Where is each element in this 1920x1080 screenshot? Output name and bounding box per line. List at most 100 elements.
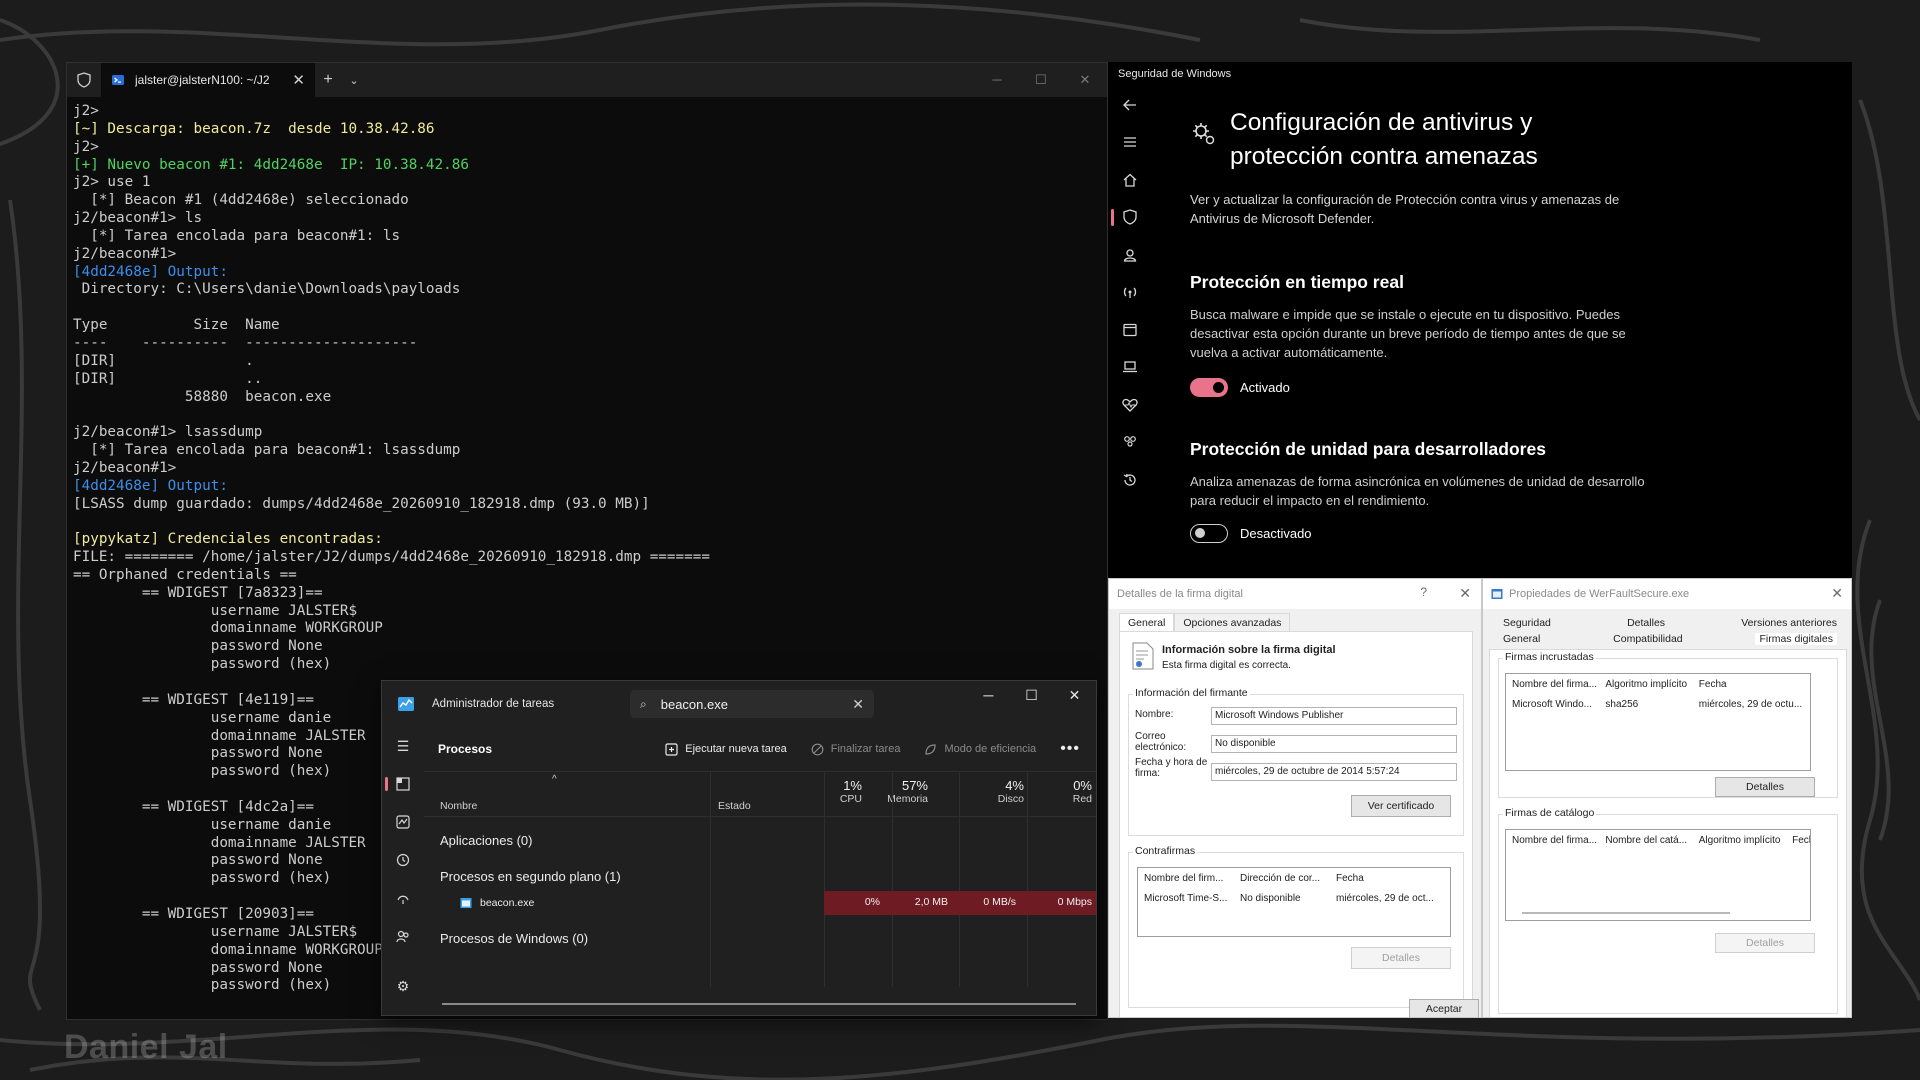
- task-manager-sidebar: ☰ ⚙: [382, 727, 424, 1015]
- search-input[interactable]: [660, 696, 853, 712]
- windows-security-title: Seguridad de Windows: [1118, 68, 1232, 80]
- windows-security-window[interactable]: Seguridad de Windows Configuración de an…: [1108, 62, 1852, 580]
- close-button[interactable]: ✕: [1053, 681, 1096, 709]
- new-tab-button[interactable]: +: [315, 71, 341, 89]
- settings-gear-icon[interactable]: ⚙: [382, 967, 424, 1005]
- tab-general[interactable]: General: [1119, 613, 1175, 632]
- dev-drive-protection-desc: Analiza amenazas de forma asincrónica en…: [1190, 474, 1645, 508]
- family-options-icon[interactable]: [1108, 424, 1152, 462]
- maximize-button[interactable]: ☐: [1010, 681, 1053, 709]
- tab-advanced-options[interactable]: Opciones avanzadas: [1174, 613, 1291, 632]
- app-window-icon: [1491, 589, 1503, 599]
- more-options-icon[interactable]: •••: [1060, 740, 1080, 758]
- shield-icon[interactable]: [1108, 199, 1152, 237]
- processes-icon[interactable]: [382, 765, 424, 803]
- maximize-button[interactable]: ☐: [1019, 72, 1063, 88]
- list-header: Nombre del firma... Algoritmo implícito …: [1512, 678, 1727, 690]
- realtime-protection-toggle[interactable]: [1190, 378, 1228, 397]
- terminal-line: j2>: [73, 138, 99, 155]
- group-windows[interactable]: Procesos de Windows (0): [440, 931, 588, 946]
- virus-settings-icon: [1193, 123, 1215, 145]
- terminal-tab[interactable]: jalster@jalsterN100: ~/J2 ✕: [101, 63, 315, 97]
- close-icon[interactable]: ✕: [292, 71, 305, 89]
- terminal-icon: [112, 75, 124, 85]
- col-status[interactable]: Estado: [718, 800, 751, 812]
- protection-history-icon[interactable]: [1108, 461, 1152, 499]
- help-button[interactable]: ?: [1420, 585, 1427, 599]
- dev-drive-protection-toggle[interactable]: [1190, 524, 1228, 543]
- shield-icon[interactable]: [67, 63, 101, 97]
- account-icon[interactable]: [1108, 236, 1152, 274]
- tab-details[interactable]: Detalles: [1627, 617, 1665, 629]
- tab-security[interactable]: Seguridad: [1503, 617, 1551, 629]
- countersignature-list[interactable]: Nombre del firm... Dirección de cor... F…: [1137, 867, 1451, 937]
- list-item[interactable]: Microsoft Time-S... No disponible miérco…: [1138, 888, 1450, 908]
- signing-time-field[interactable]: miércoles, 29 de octubre de 2014 5:57:24: [1211, 763, 1457, 781]
- chevron-down-icon[interactable]: ⌄: [341, 74, 367, 87]
- task-manager-titlebar: Administrador de tareas ⌕ ✕ ─ ☐ ✕: [382, 681, 1096, 727]
- hamburger-menu-icon[interactable]: [1108, 124, 1152, 162]
- home-icon[interactable]: [1108, 161, 1152, 199]
- embedded-details-button[interactable]: Detalles: [1715, 777, 1815, 797]
- ok-button[interactable]: Aceptar: [1409, 999, 1479, 1017]
- list-item[interactable]: Microsoft Windo... sha256 miércoles, 29 …: [1506, 694, 1810, 714]
- users-icon[interactable]: [382, 917, 424, 955]
- col-cpu[interactable]: 1% CPU: [840, 778, 862, 805]
- col-name[interactable]: Nombre: [440, 800, 477, 812]
- end-task-button[interactable]: Finalizar tarea: [811, 743, 900, 756]
- col-disk[interactable]: 4% Disco: [998, 778, 1024, 805]
- task-manager-window[interactable]: Administrador de tareas ⌕ ✕ ─ ☐ ✕ ☰ ⚙: [381, 680, 1097, 1016]
- clear-search-icon[interactable]: ✕: [852, 696, 864, 713]
- tab-compatibility[interactable]: Compatibilidad: [1613, 633, 1682, 645]
- embedded-signatures-group: Firmas incrustadas Nombre del firma... A…: [1498, 651, 1838, 798]
- tab-previous-versions[interactable]: Versiones anteriores: [1741, 617, 1837, 629]
- task-manager-main: Procesos Ejecutar nueva tarea Finalizar …: [424, 727, 1096, 1015]
- group-background[interactable]: Procesos en segundo plano (1): [440, 869, 621, 884]
- list-header: Nombre del firma... Nombre del catá... A…: [1512, 834, 1810, 846]
- search-box[interactable]: ⌕ ✕: [630, 690, 874, 718]
- close-button[interactable]: ✕: [1459, 585, 1471, 602]
- process-row[interactable]: beacon.exe 0% 2,0 MB 0 MB/s 0 Mbps: [424, 891, 1096, 915]
- close-button[interactable]: ✕: [1063, 72, 1107, 88]
- file-properties-dialog[interactable]: Propiedades de WerFaultSecure.exe ✕ Segu…: [1482, 578, 1852, 1018]
- dialog-title: Detalles de la firma digital: [1117, 588, 1243, 600]
- countersignature-details-button[interactable]: Detalles: [1351, 947, 1451, 969]
- close-button[interactable]: ✕: [1831, 585, 1843, 602]
- terminal-titlebar: jalster@jalsterN100: ~/J2 ✕ + ⌄ ─ ☐ ✕: [67, 63, 1107, 97]
- device-security-icon[interactable]: [1108, 349, 1152, 387]
- startup-apps-icon[interactable]: [382, 879, 424, 917]
- minimize-button[interactable]: ─: [967, 681, 1010, 709]
- view-certificate-button[interactable]: Ver certificado: [1351, 795, 1451, 817]
- catalog-signatures-list[interactable]: Nombre del firma... Nombre del catá... A…: [1505, 829, 1811, 921]
- page-description: Ver y actualizar la configuración de Pro…: [1190, 192, 1620, 226]
- performance-icon[interactable]: [382, 803, 424, 841]
- back-arrow-icon[interactable]: [1108, 86, 1152, 124]
- minimize-button[interactable]: ─: [975, 72, 1019, 88]
- terminal-line: domainname WORKGROUP: [73, 620, 383, 637]
- catalog-details-button[interactable]: Detalles: [1715, 933, 1815, 953]
- hamburger-menu-icon[interactable]: ☰: [382, 727, 424, 765]
- col-memory[interactable]: 57% Memoria: [887, 778, 928, 805]
- group-apps[interactable]: Aplicaciones (0): [440, 833, 533, 848]
- horizontal-scrollbar[interactable]: [442, 1003, 1076, 1005]
- embedded-signatures-list[interactable]: Nombre del firma... Algoritmo implícito …: [1505, 673, 1811, 771]
- app-browser-control-icon[interactable]: [1108, 311, 1152, 349]
- list-header: Nombre del firm... Dirección de cor... F…: [1144, 872, 1364, 884]
- efficiency-mode-button[interactable]: Modo de eficiencia: [924, 743, 1036, 756]
- tab-general[interactable]: General: [1503, 633, 1540, 645]
- dialog-title: Propiedades de WerFaultSecure.exe: [1509, 588, 1690, 600]
- run-new-task-button[interactable]: Ejecutar nueva tarea: [665, 742, 787, 756]
- terminal-line: [LSASS dump guardado: dumps/4dd2468e_202…: [73, 495, 650, 512]
- terminal-line: Type Size Name: [73, 317, 280, 334]
- device-health-icon[interactable]: [1108, 386, 1152, 424]
- signature-details-dialog[interactable]: Detalles de la firma digital ? ✕ General…: [1108, 578, 1482, 1018]
- app-history-icon[interactable]: [382, 841, 424, 879]
- signer-email-field[interactable]: No disponible: [1211, 735, 1457, 753]
- firewall-network-icon[interactable]: [1108, 274, 1152, 312]
- terminal-line: FILE: ======== /home/jalster/J2/dumps/4d…: [73, 549, 710, 566]
- col-network[interactable]: 0% Red: [1073, 778, 1092, 805]
- horizontal-scrollbar[interactable]: [1522, 912, 1730, 914]
- realtime-protection-state: Activado: [1240, 380, 1290, 395]
- tab-digital-signatures[interactable]: Firmas digitales: [1755, 633, 1837, 645]
- signer-name-field[interactable]: Microsoft Windows Publisher: [1211, 707, 1457, 725]
